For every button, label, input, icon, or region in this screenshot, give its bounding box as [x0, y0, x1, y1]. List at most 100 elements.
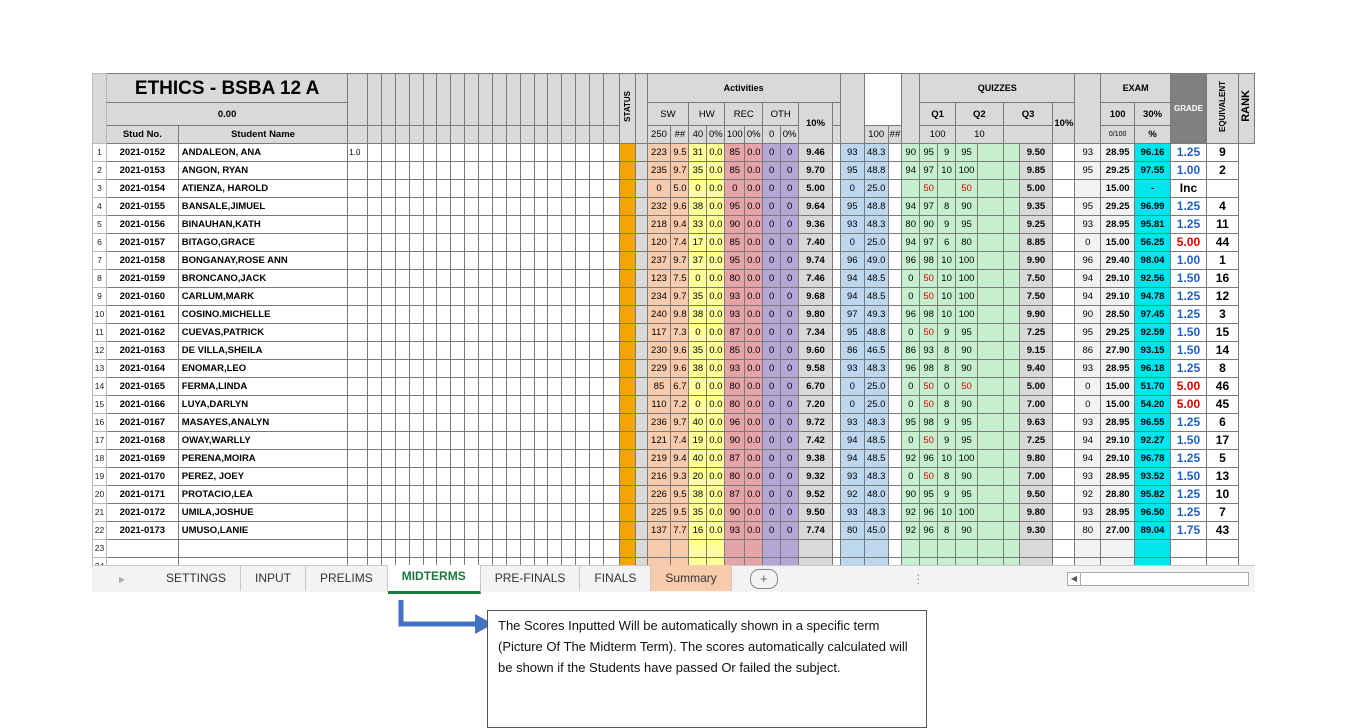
score-cell[interactable]: [436, 521, 452, 540]
score-cell[interactable]: [367, 233, 383, 252]
spacer-cell[interactable]: [887, 251, 903, 270]
tp-score[interactable]: 93: [839, 413, 865, 432]
score-cell[interactable]: [588, 521, 604, 540]
q1-score[interactable]: 0: [901, 431, 921, 450]
status-cell[interactable]: [618, 287, 636, 306]
oth-score[interactable]: 0: [762, 431, 782, 450]
sw-score[interactable]: 218: [646, 215, 672, 234]
score-cell[interactable]: [561, 431, 577, 450]
recp-score[interactable]: 0.0: [744, 179, 764, 198]
quiz-total[interactable]: 9.90: [1018, 305, 1054, 324]
q1-score[interactable]: 0: [901, 467, 921, 486]
exam-score[interactable]: 95: [1074, 323, 1102, 342]
student-name[interactable]: CARLUM,MARK: [177, 287, 349, 306]
q2-pct-score[interactable]: 100: [955, 449, 979, 468]
score-cell[interactable]: [422, 269, 438, 288]
q1-pct-score[interactable]: 50: [919, 287, 939, 306]
exam-cell[interactable]: [1074, 539, 1102, 558]
rank-cell[interactable]: 5: [1205, 449, 1240, 468]
score-cell[interactable]: [533, 521, 549, 540]
blank-cell[interactable]: [588, 125, 604, 144]
score-cell[interactable]: [464, 305, 480, 324]
spacer-cell[interactable]: [831, 395, 841, 414]
othp-score[interactable]: 0: [780, 449, 800, 468]
score-cell[interactable]: [491, 431, 507, 450]
activity-cell[interactable]: [646, 539, 672, 558]
q2-pct-score[interactable]: 95: [955, 431, 979, 450]
q3-pct-score[interactable]: [1002, 341, 1020, 360]
spacer-cell[interactable]: [831, 323, 841, 342]
score-cell[interactable]: [464, 413, 480, 432]
exam-score[interactable]: 0: [1074, 377, 1102, 396]
score-cell[interactable]: [505, 449, 521, 468]
rec-score[interactable]: 80: [724, 377, 746, 396]
exam-header[interactable]: EXAM: [1100, 73, 1171, 103]
score-cell[interactable]: [408, 359, 424, 378]
score-cell[interactable]: [381, 251, 396, 270]
othp-score[interactable]: 0: [780, 215, 800, 234]
q2-pct-score[interactable]: 100: [955, 251, 979, 270]
q1-pct-score[interactable]: 50: [919, 269, 939, 288]
tab-pre-finals[interactable]: PRE-FINALS: [481, 564, 581, 591]
score-cell[interactable]: [588, 197, 604, 216]
score-cell[interactable]: [436, 215, 452, 234]
hw-score[interactable]: 40: [688, 413, 708, 432]
status-cell[interactable]: [618, 161, 636, 180]
max-oth_max[interactable]: 0: [762, 125, 782, 144]
spacer-cell[interactable]: [839, 73, 865, 144]
exam-max[interactable]: 100: [1100, 102, 1136, 126]
exam-score[interactable]: 94: [1074, 431, 1102, 450]
score-cell[interactable]: [478, 395, 493, 414]
blank-cell[interactable]: [408, 125, 424, 144]
tab-summary[interactable]: Summary: [651, 564, 732, 591]
rank-cell[interactable]: 13: [1205, 467, 1240, 486]
exam-pct[interactable]: 30%: [1134, 102, 1171, 126]
student-name[interactable]: MASAYES,ANALYN: [177, 413, 349, 432]
equivalent-cell[interactable]: 5.00: [1170, 233, 1207, 252]
row-number[interactable]: 17: [92, 431, 107, 450]
score-cell[interactable]: [519, 395, 535, 414]
score-cell[interactable]: [394, 269, 410, 288]
score-cell[interactable]: [547, 377, 563, 396]
equivalent-cell[interactable]: 1.50: [1170, 341, 1207, 360]
row-number[interactable]: 23: [92, 539, 107, 558]
recp-score[interactable]: 0.0: [744, 287, 764, 306]
q3-pct-score[interactable]: [1002, 197, 1020, 216]
hwp-score[interactable]: 0.0: [706, 305, 726, 324]
q2-score[interactable]: 10: [937, 269, 957, 288]
rank-header[interactable]: RANK: [1238, 73, 1255, 144]
score-cell[interactable]: [394, 161, 410, 180]
rank-cell[interactable]: 7: [1205, 503, 1240, 522]
q2-score[interactable]: 9: [937, 431, 957, 450]
spacer-cell[interactable]: [887, 197, 903, 216]
q2-score[interactable]: 8: [937, 197, 957, 216]
hw-score[interactable]: 0: [688, 269, 708, 288]
score-cell[interactable]: [478, 413, 493, 432]
q3-pct-score[interactable]: [1002, 143, 1020, 162]
score-cell[interactable]: [422, 143, 438, 162]
spacer-cell[interactable]: [634, 449, 648, 468]
score-cell[interactable]: [575, 449, 590, 468]
quiz-total[interactable]: 9.85: [1018, 161, 1054, 180]
score-cell[interactable]: [381, 539, 396, 558]
score-cell[interactable]: [547, 503, 563, 522]
rec-score[interactable]: 80: [724, 269, 746, 288]
oth-score[interactable]: 0: [762, 161, 782, 180]
score-cell[interactable]: [422, 431, 438, 450]
q1-score[interactable]: 0: [901, 269, 921, 288]
tp-score[interactable]: 0: [839, 377, 865, 396]
swp-score[interactable]: 9.6: [670, 359, 690, 378]
score-cell[interactable]: [450, 341, 466, 360]
blank-cell[interactable]: [394, 73, 410, 126]
score-cell[interactable]: [394, 431, 410, 450]
spacer-cell[interactable]: [634, 359, 648, 378]
q1-score[interactable]: 86: [901, 341, 921, 360]
stud-no[interactable]: 2021-0167: [105, 413, 179, 432]
blank-cell[interactable]: [464, 125, 480, 144]
score-cell[interactable]: [347, 539, 369, 558]
spacer-cell[interactable]: [634, 215, 648, 234]
score-cell[interactable]: [408, 269, 424, 288]
score-cell[interactable]: [491, 539, 507, 558]
score-cell[interactable]: [367, 377, 383, 396]
spacer-cell[interactable]: [887, 359, 903, 378]
